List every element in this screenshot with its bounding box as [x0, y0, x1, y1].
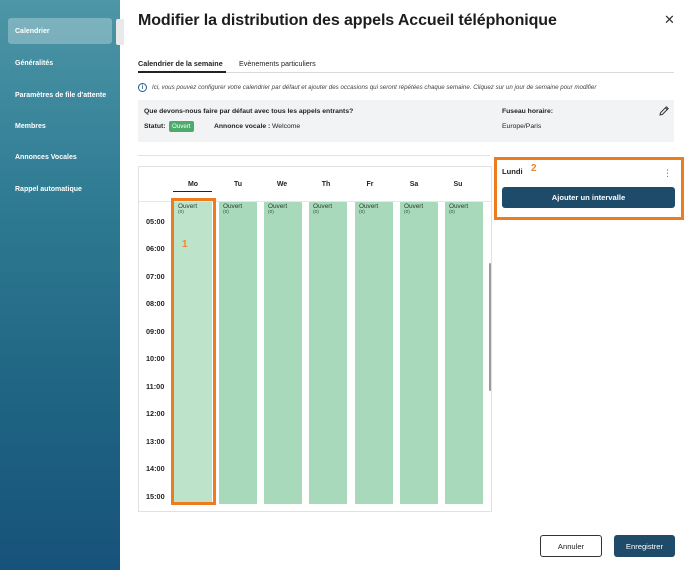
tab-bar: Calendrier de la semaine Evènements part…	[138, 55, 674, 73]
save-button[interactable]: Enregistrer	[614, 535, 675, 557]
info-icon: i	[138, 83, 147, 92]
open-block-label: Ouvert	[313, 203, 333, 210]
day-header-mo[interactable]: Mo	[173, 181, 213, 188]
annonce-value: Welcome	[272, 123, 301, 130]
annotation-marker-2: 2	[531, 163, 537, 174]
close-icon[interactable]: ✕	[664, 12, 675, 28]
day-header-su[interactable]: Su	[438, 181, 478, 188]
time-label: 05:00	[146, 217, 165, 226]
day-column-su[interactable]: Ouvert (0)	[445, 202, 483, 504]
day-header-we[interactable]: We	[262, 181, 302, 188]
day-column-we[interactable]: Ouvert (0)	[264, 202, 302, 504]
selected-day-underline	[173, 191, 212, 192]
page-title: Modifier la distribution des appels Accu…	[138, 12, 557, 29]
sidebar: Calendrier Généralités Paramètres de fil…	[0, 0, 120, 570]
statut-label: Statut:	[144, 123, 166, 130]
time-label: 09:00	[146, 327, 165, 336]
divider	[138, 155, 490, 156]
day-header-fr[interactable]: Fr	[350, 181, 390, 188]
open-block-label: Ouvert	[223, 203, 243, 210]
sidebar-item-generalites[interactable]: Généralités	[8, 50, 112, 76]
day-header-tu[interactable]: Tu	[218, 181, 258, 188]
open-block-count: (0)	[449, 210, 455, 215]
tab-evenements-particuliers[interactable]: Evènements particuliers	[239, 59, 316, 68]
sidebar-item-label: Calendrier	[15, 27, 50, 35]
sidebar-item-label: Paramètres de file d'attente	[15, 91, 107, 99]
day-column-th[interactable]: Ouvert (0)	[309, 202, 347, 504]
info-text: Ici, vous pouvez configurer votre calend…	[152, 84, 597, 91]
tab-calendrier-semaine[interactable]: Calendrier de la semaine	[138, 59, 223, 68]
open-block-count: (0)	[313, 210, 319, 215]
sidebar-item-membres[interactable]: Membres	[8, 113, 112, 139]
annotation-marker-1: 1	[182, 239, 188, 250]
day-column-sa[interactable]: Ouvert (0)	[400, 202, 438, 504]
sidebar-item-label: Membres	[15, 122, 46, 130]
time-label: 14:00	[146, 464, 165, 473]
calendar-scrollbar[interactable]	[489, 263, 491, 391]
time-label: 08:00	[146, 299, 165, 308]
add-interval-button[interactable]: Ajouter un intervalle	[502, 187, 675, 208]
time-label: 11:00	[146, 382, 165, 391]
open-block-count: (0)	[223, 210, 229, 215]
default-settings-panel: Que devons-nous faire par défaut avec to…	[138, 100, 674, 142]
more-vertical-icon[interactable]: ⋮	[663, 169, 672, 178]
timezone-label: Fuseau horaire:	[502, 108, 553, 115]
sidebar-item-rappel-automatique[interactable]: Rappel automatique	[8, 176, 112, 202]
time-label: 15:00	[146, 492, 165, 501]
sidebar-item-label: Généralités	[15, 59, 54, 67]
cancel-button[interactable]: Annuler	[540, 535, 602, 557]
day-column-fr[interactable]: Ouvert (0)	[355, 202, 393, 504]
default-question: Que devons-nous faire par défaut avec to…	[144, 108, 354, 115]
active-tab-underline	[138, 71, 226, 73]
time-label: 10:00	[146, 354, 165, 363]
day-column-tu[interactable]: Ouvert (0)	[219, 202, 257, 504]
annonce-label: Annonce vocale :	[214, 123, 271, 130]
active-item-indicator	[116, 19, 124, 45]
day-header-th[interactable]: Th	[306, 181, 346, 188]
sidebar-item-label: Rappel automatique	[15, 185, 82, 193]
detail-day-title: Lundi	[502, 167, 523, 176]
open-block-count: (0)	[404, 210, 410, 215]
sidebar-item-label: Annonces Vocales	[15, 153, 77, 161]
pencil-icon[interactable]	[658, 105, 670, 117]
open-block-count: (0)	[268, 210, 274, 215]
open-block-label: Ouvert	[268, 203, 288, 210]
status-badge: Ouvert	[169, 121, 194, 132]
time-label: 13:00	[146, 437, 165, 446]
info-row: i Ici, vous pouvez configurer votre cale…	[138, 83, 596, 92]
open-block-label: Ouvert	[404, 203, 424, 210]
open-block-label: Ouvert	[449, 203, 469, 210]
sidebar-item-parametres-file[interactable]: Paramètres de file d'attente	[8, 82, 112, 108]
day-header-sa[interactable]: Sa	[394, 181, 434, 188]
sidebar-item-calendrier[interactable]: Calendrier	[8, 18, 112, 44]
timezone-value: Europe/Paris	[502, 123, 542, 130]
highlight-box-monday	[171, 198, 216, 505]
sidebar-item-annonces-vocales[interactable]: Annonces Vocales	[8, 144, 112, 170]
time-label: 06:00	[146, 244, 165, 253]
open-block-count: (0)	[359, 210, 365, 215]
open-block-label: Ouvert	[359, 203, 379, 210]
time-label: 12:00	[146, 409, 165, 418]
time-label: 07:00	[146, 272, 165, 281]
